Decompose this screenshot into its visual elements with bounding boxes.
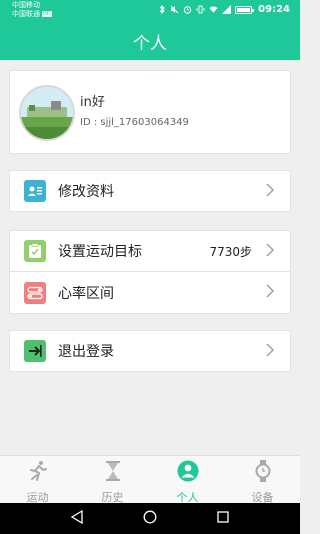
tab-history[interactable]: 历史	[75, 456, 150, 504]
wifi-icon	[209, 5, 218, 14]
hourglass-icon	[102, 460, 124, 486]
battery-icon	[235, 5, 255, 14]
tab-personal[interactable]: 个人	[150, 456, 225, 504]
vibrate-icon	[196, 5, 205, 14]
tab-device[interactable]: 设备	[225, 456, 300, 504]
status-bar: 中国移动 中国联通 HD 09:24	[0, 0, 300, 22]
mute-icon	[170, 5, 179, 14]
goal-value: 7730步	[209, 244, 252, 259]
menu-set-goal[interactable]: 设置运动目标 7730步	[9, 230, 291, 272]
bottom-tab-bar: 运动 历史 个人 设备	[0, 455, 300, 504]
chevron-right-icon	[266, 342, 274, 361]
menu-label-heart-rate: 心率区间	[58, 285, 114, 302]
watch-icon	[252, 460, 274, 486]
recents-icon[interactable]	[216, 509, 230, 528]
running-icon	[27, 460, 49, 486]
alarm-icon	[183, 5, 192, 14]
user-name: in好	[80, 95, 105, 110]
title-bar: 个人	[0, 22, 300, 60]
menu-label-edit-profile: 修改资料	[58, 184, 114, 200]
bluetooth-icon	[157, 5, 166, 14]
carrier-info: 中国移动 中国联通 HD	[12, 1, 52, 19]
target-clipboard-icon	[24, 240, 46, 262]
chevron-right-icon	[266, 182, 274, 201]
carrier-1: 中国移动	[12, 1, 40, 9]
logout-arrow-icon	[24, 340, 46, 362]
system-nav-bar	[0, 503, 300, 534]
menu-logout[interactable]: 退出登录	[9, 330, 291, 372]
page-title: 个人	[133, 33, 167, 54]
menu-label-logout: 退出登录	[58, 344, 114, 360]
signal-icon	[222, 5, 232, 14]
menu-heart-rate[interactable]: 心率区间	[9, 272, 291, 314]
chevron-right-icon	[266, 283, 274, 302]
home-icon[interactable]	[143, 509, 157, 528]
carrier-2: 中国联通	[12, 10, 40, 18]
menu-edit-profile[interactable]: 修改资料	[9, 170, 291, 212]
back-icon[interactable]	[70, 509, 84, 528]
hd-badge: HD	[42, 11, 52, 17]
clock: 09:24	[258, 4, 290, 15]
heart-rate-toggle-icon	[24, 281, 46, 304]
tab-sport[interactable]: 运动	[0, 456, 75, 504]
user-id: ID : sjjl_17603064349	[80, 117, 189, 128]
person-icon	[177, 460, 199, 486]
profile-card[interactable]: in好 ID : sjjl_17603064349	[9, 70, 291, 154]
avatar[interactable]	[19, 85, 75, 141]
chevron-right-icon	[266, 242, 274, 261]
menu-label-set-goal: 设置运动目标	[58, 244, 142, 260]
profile-card-icon	[24, 180, 46, 202]
